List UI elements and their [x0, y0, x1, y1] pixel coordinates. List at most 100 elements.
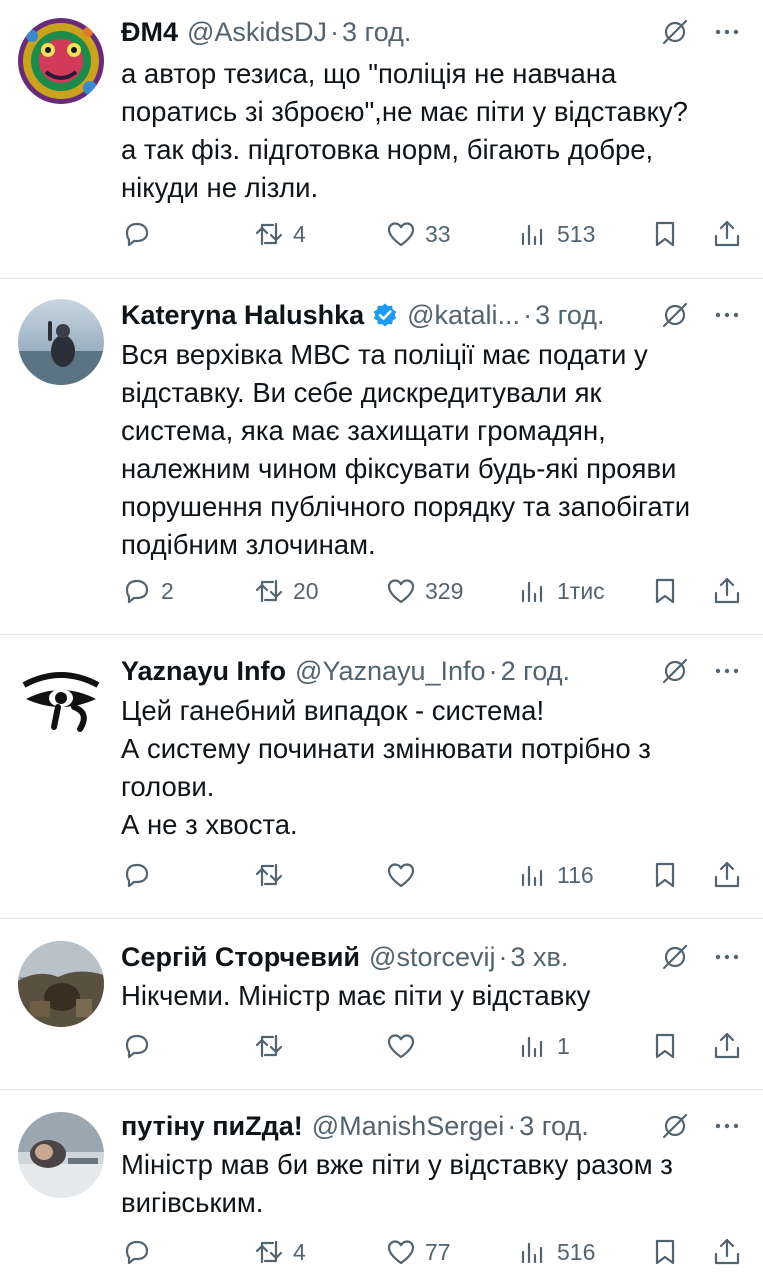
- reply-button[interactable]: 2: [121, 571, 174, 611]
- views-button[interactable]: 516: [517, 1232, 595, 1272]
- tweet[interactable]: Сергій Сторчевий @storcevij · 3 хв. Нікч…: [0, 919, 763, 1090]
- more-icon[interactable]: [711, 941, 743, 973]
- retweet-button[interactable]: [253, 1026, 293, 1066]
- tweet-text: Цей ганебний випадок - система! А систем…: [121, 692, 747, 844]
- views-icon: [521, 865, 543, 887]
- avatar[interactable]: [18, 941, 104, 1027]
- bookmark-button[interactable]: [649, 214, 681, 254]
- bookmark-button[interactable]: [649, 855, 681, 895]
- grok-icon[interactable]: [659, 16, 691, 48]
- avatar[interactable]: [18, 18, 104, 104]
- tweet-text-line: належним чином фіксувати будь-які прояви: [121, 453, 677, 484]
- author-handle[interactable]: @katali...: [407, 300, 520, 331]
- like-button[interactable]: [385, 1026, 425, 1066]
- views-count: 1: [557, 1032, 570, 1059]
- retweet-button[interactable]: 20: [253, 571, 319, 611]
- like-button[interactable]: [385, 855, 425, 895]
- timestamp[interactable]: 3 хв.: [510, 942, 568, 973]
- share-button[interactable]: [711, 571, 743, 611]
- retweet-icon: [255, 1240, 283, 1264]
- separator: ·: [507, 1110, 517, 1141]
- separator: ·: [498, 941, 508, 972]
- bookmark-icon: [655, 1033, 675, 1059]
- tweet-text-line: порушення публічного порядку та запобіга…: [121, 491, 691, 522]
- views-button[interactable]: 116: [517, 855, 594, 895]
- views-button[interactable]: 1: [517, 1026, 570, 1066]
- avatar[interactable]: [18, 299, 104, 385]
- share-button[interactable]: [711, 855, 743, 895]
- tweet[interactable]: путіну пиZда! @ManishSergei · 3 год. Мін…: [0, 1090, 763, 1280]
- action-bar: 4 77 516: [121, 1232, 746, 1272]
- more-icon[interactable]: [711, 655, 743, 687]
- avatar[interactable]: [18, 1112, 104, 1198]
- reply-count: 2: [161, 577, 174, 604]
- separator: ·: [523, 299, 533, 330]
- tweet-text-line: система, яка має захищати громадян,: [121, 415, 606, 446]
- retweet-button[interactable]: 4: [253, 214, 306, 254]
- reply-icon: [125, 579, 149, 604]
- retweet-icon: [255, 579, 283, 603]
- like-button[interactable]: 329: [385, 571, 463, 611]
- views-button[interactable]: 1тис: [517, 571, 605, 611]
- share-button[interactable]: [711, 214, 743, 254]
- bookmark-button[interactable]: [649, 1026, 681, 1066]
- grok-icon[interactable]: [659, 655, 691, 687]
- tweet-text-line: подібним злочинам.: [121, 529, 376, 560]
- tweet-text-line: А не з хвоста.: [121, 809, 298, 840]
- tweet[interactable]: Yaznayu Info @Yaznayu_Info · 2 год. Цей …: [0, 635, 763, 919]
- author-handle[interactable]: @Yaznayu_Info: [295, 656, 486, 687]
- author-name[interactable]: Сергій Сторчевий: [121, 942, 360, 973]
- tweet-text: а автор тезиса, що "поліція не навчана п…: [121, 55, 747, 207]
- avatar[interactable]: [18, 655, 104, 741]
- author-handle[interactable]: @ManishSergei: [312, 1111, 505, 1142]
- tweet-text-line: а автор тезиса, що "поліція не навчана: [121, 58, 617, 89]
- reply-button[interactable]: [121, 214, 161, 254]
- retweet-button[interactable]: 4: [253, 1232, 306, 1272]
- retweet-button[interactable]: [253, 855, 293, 895]
- bookmark-button[interactable]: [649, 1232, 681, 1272]
- timestamp[interactable]: 2 год.: [501, 656, 570, 687]
- reply-button[interactable]: [121, 1232, 161, 1272]
- author-name[interactable]: Kateryna Halushka: [121, 300, 364, 331]
- views-icon: [521, 581, 543, 603]
- views-count: 116: [557, 861, 594, 888]
- more-icon[interactable]: [711, 16, 743, 48]
- timestamp[interactable]: 3 год.: [519, 1111, 588, 1142]
- like-button[interactable]: 33: [385, 214, 451, 254]
- share-button[interactable]: [711, 1232, 743, 1272]
- like-button[interactable]: 77: [385, 1232, 451, 1272]
- grok-icon[interactable]: [659, 299, 691, 331]
- heart-icon: [387, 1240, 415, 1265]
- tweet[interactable]: Kateryna Halushka @katali... · 3 год. Вс…: [0, 279, 763, 635]
- author-handle[interactable]: @AskidsDJ: [187, 17, 327, 48]
- tweet-text-line: Нікчеми. Міністр має піти у відставку: [121, 980, 591, 1011]
- share-icon: [714, 577, 740, 604]
- views-icon: [521, 1036, 543, 1058]
- reply-button[interactable]: [121, 855, 161, 895]
- tweet-text: Нікчеми. Міністр має піти у відставку: [121, 977, 747, 1015]
- share-icon: [714, 1032, 740, 1059]
- author-name[interactable]: Yaznayu Info: [121, 656, 286, 687]
- reply-icon: [125, 1240, 149, 1265]
- bookmark-icon: [655, 862, 675, 888]
- views-button[interactable]: 513: [517, 214, 595, 254]
- author-handle[interactable]: @storcevij: [369, 942, 495, 973]
- author-name[interactable]: ĐМ4: [121, 17, 178, 48]
- tweet[interactable]: ĐМ4 @AskidsDJ · 3 год. а автор тезиса, щ…: [0, 0, 763, 279]
- timestamp[interactable]: 3 год.: [535, 300, 604, 331]
- action-bar: 116: [121, 855, 746, 895]
- heart-icon: [387, 222, 415, 247]
- more-icon[interactable]: [711, 1110, 743, 1142]
- timestamp[interactable]: 3 год.: [342, 17, 411, 48]
- bookmark-button[interactable]: [649, 571, 681, 611]
- share-icon: [714, 220, 740, 247]
- grok-icon[interactable]: [659, 941, 691, 973]
- tweet-text-line: Цей ганебний випадок - система!: [121, 695, 545, 726]
- reply-button[interactable]: [121, 1026, 161, 1066]
- more-icon[interactable]: [711, 299, 743, 331]
- author-name[interactable]: путіну пиZда!: [121, 1111, 303, 1142]
- grok-icon[interactable]: [659, 1110, 691, 1142]
- share-button[interactable]: [711, 1026, 743, 1066]
- bookmark-icon: [655, 221, 675, 247]
- share-icon: [714, 1238, 740, 1265]
